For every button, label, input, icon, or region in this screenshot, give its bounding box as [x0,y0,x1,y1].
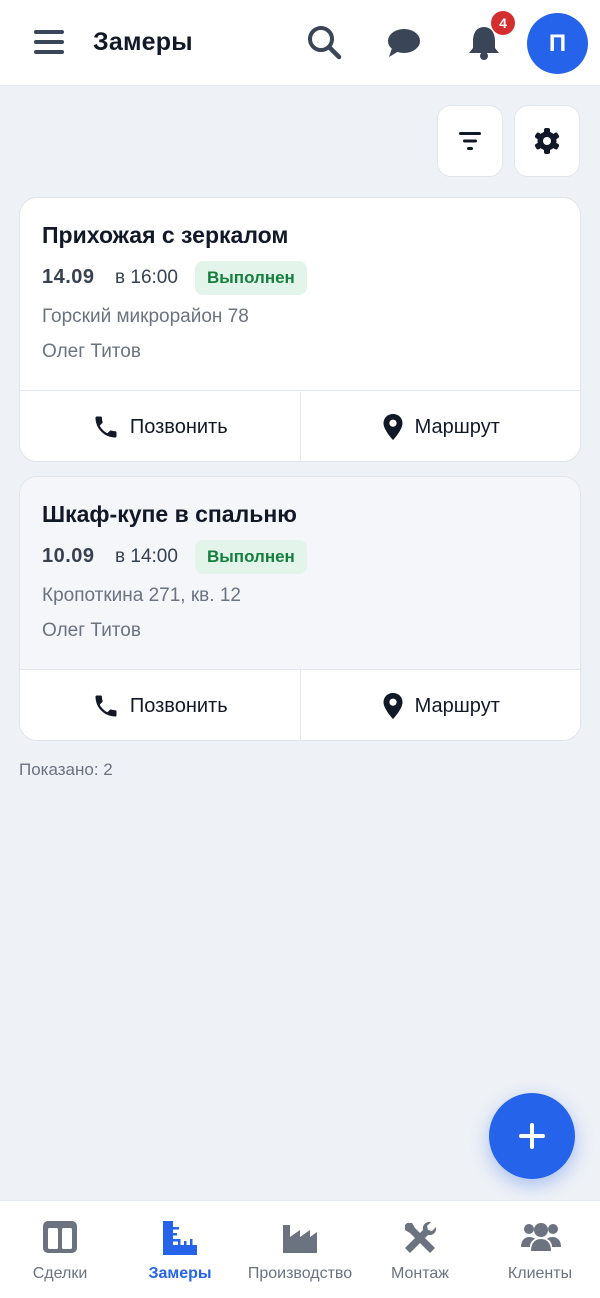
nav-item-production[interactable]: Производство [240,1201,360,1298]
search-icon[interactable] [304,22,344,62]
card-actions: Позвонить Маршрут [20,669,580,740]
nav-item-clients[interactable]: Клиенты [480,1201,600,1298]
route-label: Маршрут [414,415,500,438]
card-person: Олег Титов [42,620,141,641]
nav-item-installation[interactable]: Монтаж [360,1201,480,1298]
map-pin-icon [383,414,403,440]
card-title: Шкаф-купе в спальню [42,501,297,527]
card-date: 14.09 [42,266,95,288]
bottom-navigation: Сделки Замеры Производство Монтаж Клиент… [0,1200,600,1298]
add-button[interactable] [489,1093,575,1179]
nav-label: Замеры [148,1265,212,1282]
card-body[interactable]: Прихожая с зеркалом 14.09 в 16:00 Выполн… [20,198,580,390]
card-person: Олег Титов [42,341,141,362]
nav-label: Сделки [32,1265,88,1282]
measurement-card: Прихожая с зеркалом 14.09 в 16:00 Выполн… [19,197,581,462]
map-pin-icon [383,693,403,719]
card-time: в 16:00 [115,267,178,288]
route-button[interactable]: Маршрут [300,670,580,740]
plus-icon [519,1123,545,1149]
nav-label: Производство [247,1265,353,1282]
status-badge: Выполнен [195,261,307,295]
call-label: Позвонить [129,415,228,438]
phone-icon [95,695,117,717]
status-badge: Выполнен [195,540,307,574]
call-button[interactable]: Позвонить [20,670,301,740]
card-actions: Позвонить Маршрут [20,390,580,461]
card-address: Кропоткина 271, кв. 12 [42,585,241,606]
avatar[interactable]: П [527,13,588,74]
card-body[interactable]: Шкаф-купе в спальню 10.09 в 14:00 Выполн… [20,477,580,669]
gear-icon [534,128,560,154]
page-title: Замеры [93,28,193,56]
route-label: Маршрут [414,694,500,717]
nav-label: Клиенты [507,1265,573,1282]
filter-button[interactable] [437,105,503,177]
nav-item-deals[interactable]: Сделки [0,1201,120,1298]
tools-icon [405,1221,437,1253]
shown-count: Показано: 2 [19,760,113,779]
settings-button[interactable] [514,105,580,177]
columns-icon [43,1221,77,1253]
hamburger-icon-line [34,40,64,44]
call-button[interactable]: Позвонить [20,391,301,461]
filter-icon [459,132,481,150]
nav-item-measurements[interactable]: Замеры [120,1201,240,1298]
top-app-bar: Замеры 4 П [0,0,600,86]
menu-button[interactable] [34,28,66,56]
users-icon [521,1223,561,1251]
notification-badge: 4 [491,11,515,35]
hamburger-icon-line [34,50,64,54]
route-button[interactable]: Маршрут [300,391,580,461]
factory-icon [283,1225,317,1253]
ruler-icon [163,1221,197,1255]
card-time: в 14:00 [115,546,178,567]
measurement-card: Шкаф-купе в спальню 10.09 в 14:00 Выполн… [19,476,581,741]
phone-icon [95,416,117,438]
nav-label: Монтаж [391,1265,449,1282]
card-date: 10.09 [42,545,95,567]
card-title: Прихожая с зеркалом [42,222,289,248]
call-label: Позвонить [129,694,228,717]
chat-icon[interactable] [384,22,424,62]
hamburger-icon-line [34,30,64,34]
card-address: Горский микрорайон 78 [42,306,249,327]
